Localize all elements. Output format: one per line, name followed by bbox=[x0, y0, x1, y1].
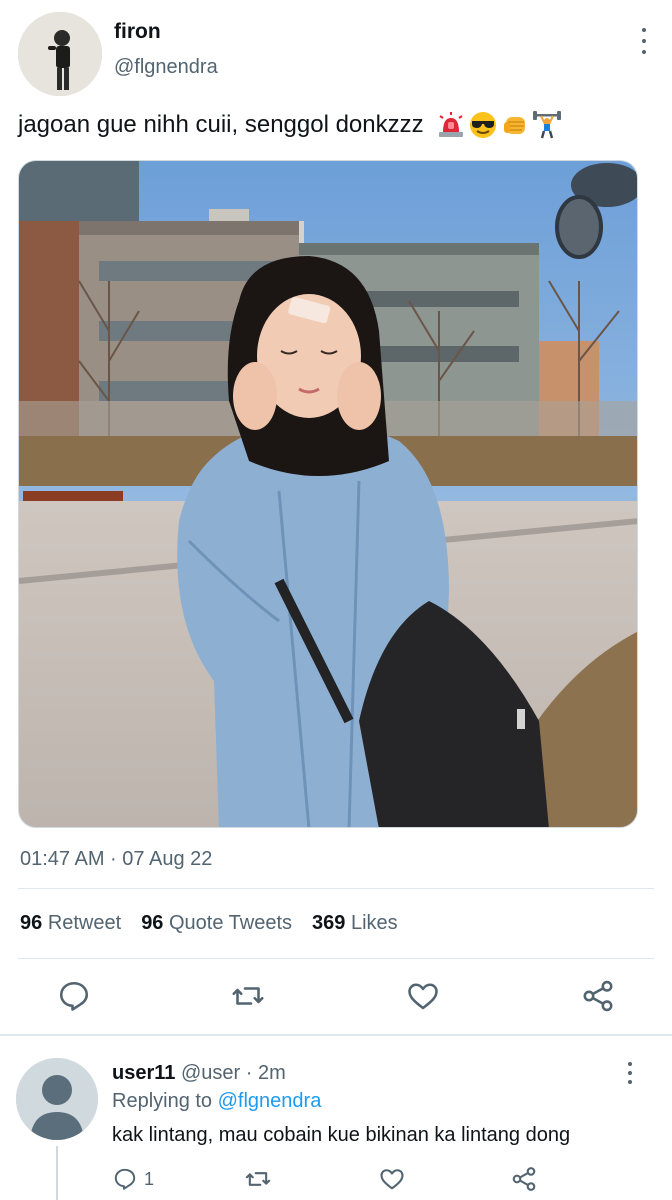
reply-time[interactable]: · 2m bbox=[246, 1062, 286, 1084]
reply-author-handle[interactable]: @user bbox=[181, 1062, 240, 1084]
divider bbox=[18, 958, 654, 959]
author-name[interactable]: firon bbox=[114, 20, 161, 44]
reply-text: kak lintang, mau cobain kue bikinan ka l… bbox=[112, 1124, 571, 1146]
reply-count: 1 bbox=[144, 1168, 155, 1189]
reply-like-button[interactable] bbox=[378, 1164, 406, 1194]
replying-to-label: Replying to bbox=[112, 1090, 213, 1112]
default-avatar-icon bbox=[16, 1058, 98, 1140]
divider bbox=[18, 888, 654, 889]
tweet-stats: 96 Retweet 96 Quote Tweets 369 Likes bbox=[20, 912, 398, 935]
reply-reply-button[interactable]: 1 bbox=[112, 1164, 154, 1194]
like-icon[interactable] bbox=[405, 978, 441, 1014]
replying-to-link[interactable]: @flgnendra bbox=[218, 1090, 322, 1112]
author-handle[interactable]: @flgnendra bbox=[114, 56, 218, 79]
sunglasses-face-icon bbox=[469, 112, 496, 138]
tweet-photo[interactable] bbox=[18, 160, 638, 828]
retweets-stat[interactable]: 96 Retweet bbox=[20, 912, 121, 935]
more-options-icon[interactable] bbox=[640, 28, 648, 54]
reply-icon bbox=[114, 1168, 136, 1190]
police-light-icon bbox=[438, 112, 463, 137]
weightlifter-icon bbox=[532, 111, 561, 139]
section-separator bbox=[0, 1034, 672, 1036]
reply-header: user11 @user · 2m bbox=[112, 1062, 286, 1085]
share-icon bbox=[512, 1167, 536, 1191]
tweet-text: jagoan gue nihh cuii, senggol donkzzz bbox=[18, 111, 424, 138]
tweet-actions bbox=[0, 978, 672, 1018]
fist-bump-icon bbox=[503, 117, 525, 134]
share-icon[interactable] bbox=[580, 978, 616, 1014]
photo-illustration bbox=[19, 161, 637, 827]
reply-icon[interactable] bbox=[56, 978, 92, 1014]
quote-tweets-stat[interactable]: 96 Quote Tweets bbox=[141, 912, 292, 935]
reply-more-options-icon[interactable] bbox=[626, 1062, 634, 1084]
reply-share-button[interactable] bbox=[510, 1164, 538, 1194]
reply-actions: 1 bbox=[0, 1164, 672, 1196]
reply-retweet-button[interactable] bbox=[244, 1164, 272, 1194]
like-icon bbox=[380, 1169, 404, 1190]
tweet-timestamp[interactable]: 01:47 AM · 07 Aug 22 bbox=[20, 848, 212, 871]
avatar-photo bbox=[18, 12, 102, 96]
retweet-icon[interactable] bbox=[230, 978, 266, 1014]
replying-to: Replying to @flgnendra bbox=[112, 1090, 321, 1113]
retweet-icon bbox=[245, 1172, 271, 1186]
tweet-text-line: jagoan gue nihh cuii, senggol donkzzz bbox=[18, 110, 562, 140]
author-avatar[interactable] bbox=[18, 12, 102, 96]
reply-author-avatar[interactable] bbox=[16, 1058, 98, 1140]
reply-author-name[interactable]: user11 bbox=[112, 1062, 175, 1084]
likes-stat[interactable]: 369 Likes bbox=[312, 912, 398, 935]
